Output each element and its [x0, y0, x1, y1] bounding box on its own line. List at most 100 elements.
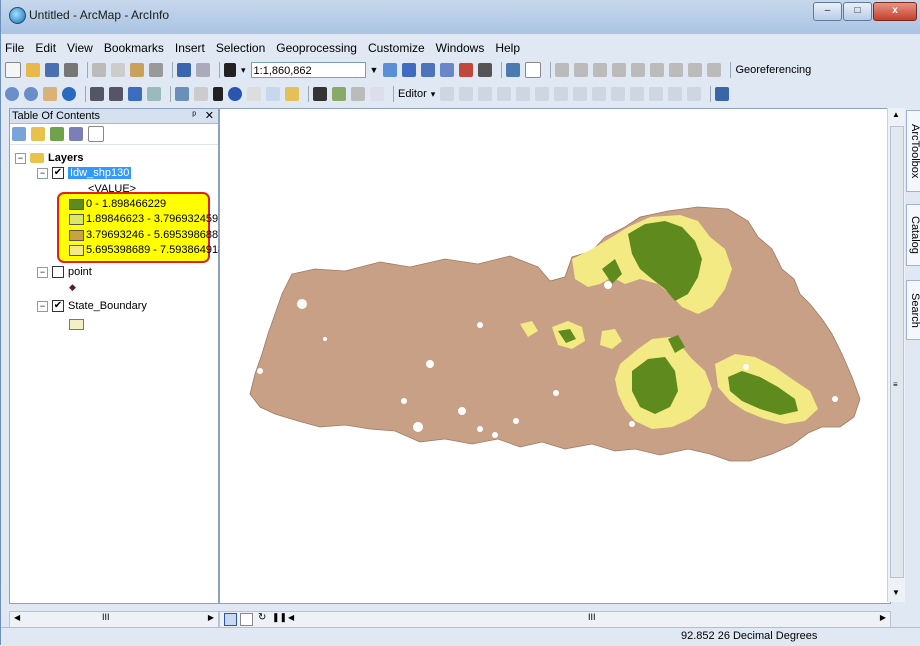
html-popup-icon[interactable] [247, 87, 261, 101]
vertical-scroll-thumb[interactable] [890, 126, 904, 578]
map-canvas[interactable] [220, 109, 890, 603]
sketch-properties-icon[interactable] [668, 87, 683, 101]
legend-class-row[interactable]: 1.89846623 - 3.796932459 [69, 213, 218, 225]
toc-close-icon[interactable]: ✕ [205, 109, 214, 123]
find-binoculars-icon[interactable] [313, 87, 327, 101]
save-icon[interactable] [45, 63, 59, 77]
whats-this-icon[interactable] [525, 62, 542, 78]
reshape-icon[interactable] [573, 87, 588, 101]
paste-icon[interactable] [130, 63, 144, 77]
cut-icon[interactable] [92, 63, 106, 77]
hyperlink-icon[interactable] [266, 87, 280, 101]
edit-vertices-icon[interactable] [554, 87, 569, 101]
clear-selection-icon[interactable] [194, 87, 208, 101]
georef-tool-9-icon[interactable] [707, 63, 722, 77]
menu-windows[interactable]: Windows [436, 41, 485, 57]
straight-segment-icon[interactable] [478, 87, 493, 101]
menu-insert[interactable]: Insert [175, 41, 205, 57]
rotate-icon[interactable] [630, 87, 645, 101]
select-features-icon[interactable] [175, 87, 189, 101]
menu-help[interactable]: Help [495, 41, 520, 57]
point-icon[interactable] [535, 87, 550, 101]
fixed-zoom-in-icon[interactable] [90, 87, 104, 101]
minimize-button[interactable]: – [813, 2, 842, 21]
catalog-icon[interactable] [421, 63, 436, 77]
forward-arrow-icon[interactable] [147, 87, 161, 101]
legend-class-row[interactable]: 3.79693246 - 5.695398688 [69, 229, 218, 241]
redo-icon[interactable] [196, 63, 210, 77]
find-route-icon[interactable] [332, 87, 346, 101]
arctoolbox-tab[interactable]: ArcToolbox [906, 110, 920, 192]
collapse-icon[interactable]: − [37, 167, 48, 179]
undo-icon[interactable] [177, 63, 191, 77]
trace-icon[interactable] [516, 87, 531, 101]
georef-tool-5-icon[interactable] [631, 63, 646, 77]
menu-view[interactable]: View [67, 41, 93, 57]
layers-root-row[interactable]: − Layers [15, 152, 83, 164]
toc-horizontal-scrollbar[interactable]: ◀ III ▶ [9, 611, 219, 628]
table-of-contents-icon[interactable] [402, 63, 417, 77]
create-features-icon[interactable] [687, 87, 702, 101]
zoom-in-icon[interactable] [5, 87, 19, 101]
data-view-icon[interactable] [224, 613, 237, 626]
layer-visibility-checkbox[interactable] [52, 266, 64, 279]
menu-file[interactable]: File [5, 41, 24, 57]
pause-drawing-icon[interactable]: ❚❚ [272, 612, 287, 623]
scroll-left-icon[interactable]: ◀ [14, 613, 20, 622]
layer-name-state-boundary[interactable]: State_Boundary [68, 300, 147, 312]
georef-tool-7-icon[interactable] [669, 63, 684, 77]
add-data-icon[interactable] [224, 63, 236, 77]
split-icon[interactable] [611, 87, 626, 101]
select-elements-pointer-icon[interactable] [213, 87, 223, 101]
back-arrow-icon[interactable] [128, 87, 142, 101]
layout-view-icon[interactable] [240, 613, 253, 626]
layer-visibility-checkbox[interactable]: ✔ [52, 167, 64, 180]
legend-class-row[interactable]: 5.695398689 - 7.593864918 [69, 244, 224, 256]
print-icon[interactable] [64, 63, 78, 77]
copy-icon[interactable] [111, 63, 125, 77]
time-slider-icon[interactable] [370, 87, 384, 101]
layer-row-point[interactable]: − point [37, 266, 92, 279]
editor-menu[interactable]: Editor [398, 88, 427, 100]
toc-options-icon[interactable] [88, 126, 104, 142]
scroll-right-icon[interactable]: ▶ [880, 613, 886, 622]
layer-name-idw[interactable]: Idw_shp130 [68, 167, 132, 179]
zoom-out-icon[interactable] [24, 87, 38, 101]
layer-row-state-boundary[interactable]: − ✔ State_Boundary [37, 300, 147, 313]
go-to-xy-icon[interactable] [351, 87, 365, 101]
pin-icon[interactable]: ᵖ [192, 109, 196, 123]
scroll-right-icon[interactable]: ▶ [208, 613, 214, 622]
georef-tool-4-icon[interactable] [612, 63, 627, 77]
list-by-selection-icon[interactable] [69, 127, 83, 141]
menu-bookmarks[interactable]: Bookmarks [104, 41, 164, 57]
edit-annotation-icon[interactable] [459, 87, 474, 101]
delete-icon[interactable] [149, 63, 163, 77]
georef-tool-8-icon[interactable] [688, 63, 703, 77]
close-button[interactable]: x [873, 2, 917, 21]
layer-name-point[interactable]: point [68, 266, 92, 278]
map-scale-input[interactable]: 1:1,860,862 [250, 62, 366, 78]
python-window-icon[interactable] [478, 63, 493, 77]
menu-selection[interactable]: Selection [216, 41, 265, 57]
attributes-icon[interactable] [649, 87, 664, 101]
georef-tool-6-icon[interactable] [650, 63, 665, 77]
map-display[interactable] [219, 108, 891, 604]
scroll-up-icon[interactable]: ▲ [892, 110, 900, 119]
maximize-button[interactable]: □ [843, 2, 872, 21]
edit-tool-icon[interactable] [440, 87, 455, 101]
collapse-icon[interactable]: − [37, 266, 48, 278]
search-tab[interactable]: Search [906, 280, 920, 340]
map-horizontal-scrollbar[interactable]: ↻ ❚❚ ◀ III ▶ [219, 611, 891, 628]
measure-icon[interactable] [285, 87, 299, 101]
vertical-scrollbar[interactable]: ▲ ≡ ▼ [887, 108, 905, 602]
menu-geoprocessing[interactable]: Geoprocessing [276, 41, 357, 57]
scroll-down-icon[interactable]: ▼ [892, 588, 900, 597]
collapse-icon[interactable]: − [37, 300, 48, 312]
collapse-icon[interactable]: − [15, 152, 26, 164]
list-by-source-icon[interactable] [31, 127, 45, 141]
catalog-tab[interactable]: Catalog [906, 204, 920, 266]
scroll-left-icon[interactable]: ◀ [288, 613, 294, 622]
legend-class-row[interactable]: 0 - 1.898466229 [69, 198, 166, 210]
georef-tool-3-icon[interactable] [593, 63, 608, 77]
identify-icon[interactable] [228, 87, 242, 101]
